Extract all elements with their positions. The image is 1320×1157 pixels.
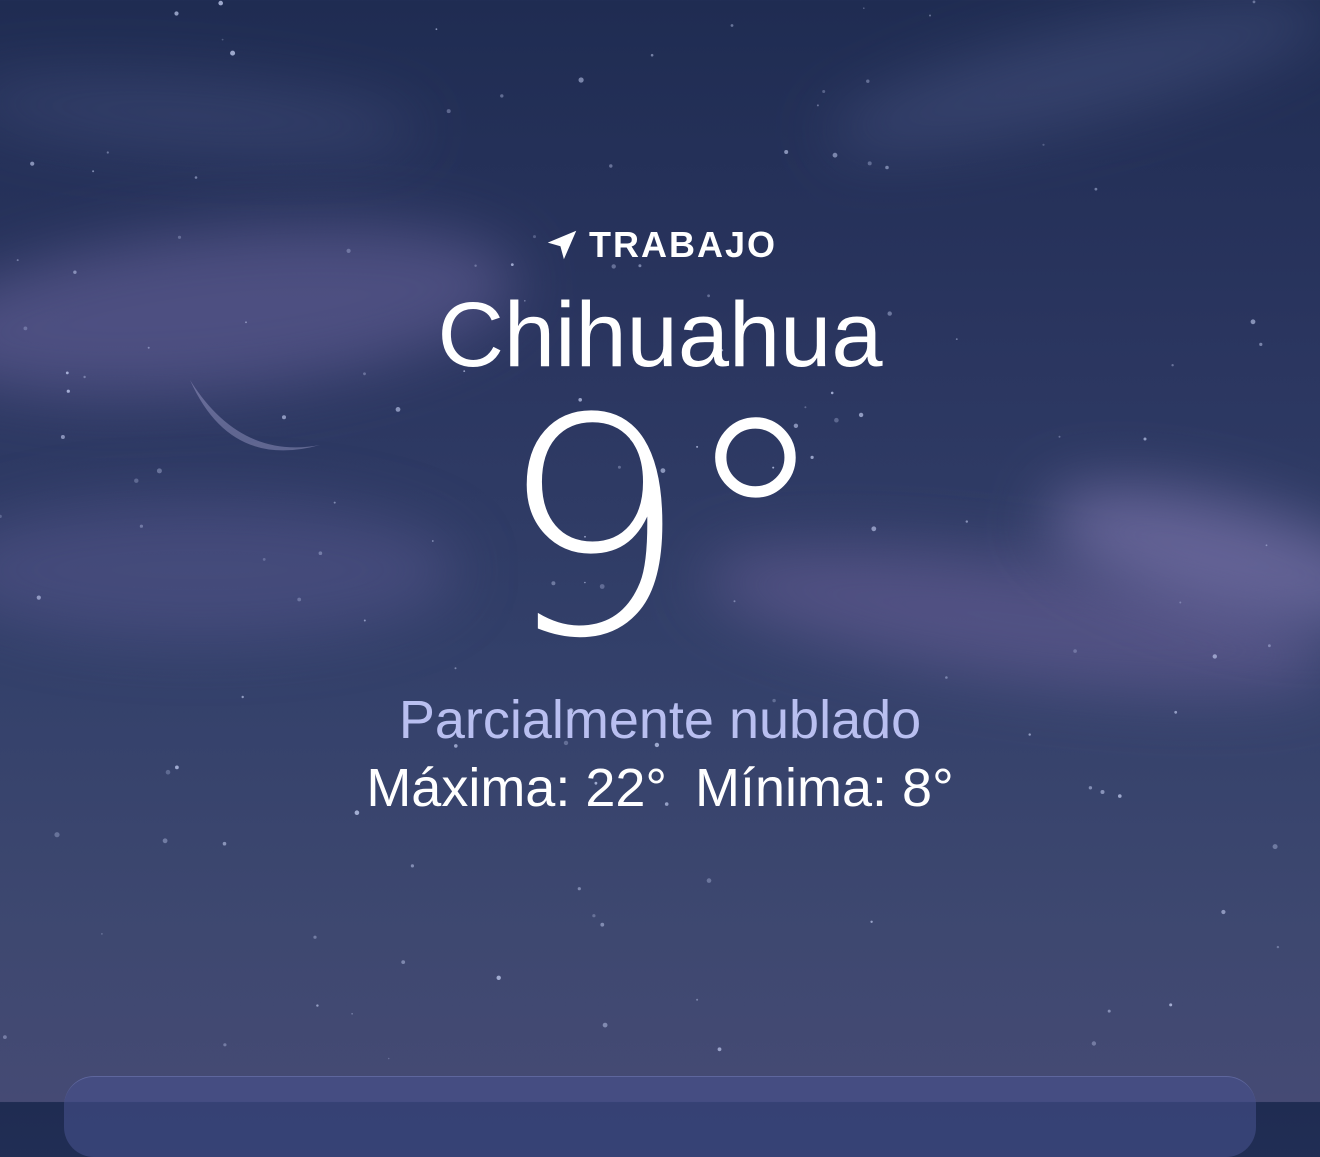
star [866, 79, 870, 83]
star [706, 878, 712, 883]
star [730, 24, 734, 27]
current-temperature: 9° [497, 355, 831, 704]
star [500, 94, 504, 98]
star [1272, 844, 1278, 850]
star [867, 161, 872, 166]
star [30, 161, 35, 166]
star [822, 90, 826, 93]
location-label: TRABAJO [588, 224, 777, 265]
star [863, 7, 865, 9]
star [73, 270, 77, 274]
star [696, 998, 699, 1001]
high-low-row: Máxima: 22° Mínima: 8° [0, 756, 1320, 820]
star [1091, 1041, 1097, 1046]
star [592, 914, 596, 918]
star [313, 935, 317, 939]
star [717, 1047, 722, 1052]
star [1094, 187, 1098, 191]
star [174, 11, 179, 16]
star [230, 50, 236, 56]
star [650, 53, 654, 57]
star [3, 1035, 7, 1039]
star [816, 104, 819, 107]
star [194, 176, 198, 179]
forecast-card[interactable] [64, 1076, 1256, 1157]
star [410, 864, 414, 868]
star [496, 975, 501, 980]
star [832, 152, 838, 158]
location-row[interactable]: TRABAJO [0, 225, 1320, 265]
high-temperature: Máxima: 22° [366, 758, 668, 818]
star [945, 676, 948, 679]
low-temperature: Mínima: 8° [695, 758, 954, 818]
star [929, 14, 931, 17]
star [609, 164, 613, 168]
star [578, 77, 584, 83]
star [218, 0, 223, 6]
star [600, 922, 605, 927]
star [401, 960, 406, 964]
star [435, 28, 438, 31]
star [885, 165, 889, 170]
star [1252, 0, 1256, 4]
star [222, 841, 227, 846]
star [1042, 143, 1045, 146]
star [784, 150, 789, 154]
star [1169, 1003, 1173, 1007]
star [223, 1043, 227, 1047]
star [577, 887, 581, 891]
star [870, 920, 873, 923]
star [316, 1004, 319, 1007]
star [1221, 909, 1226, 915]
star [92, 170, 95, 173]
star [446, 109, 451, 114]
weather-condition: Parcialmente nublado [398, 690, 922, 750]
star [387, 1057, 390, 1060]
star [54, 832, 60, 838]
star [221, 38, 224, 41]
star [162, 838, 168, 844]
star [106, 151, 109, 154]
star [101, 933, 103, 935]
location-arrow-icon [543, 226, 581, 264]
star [1107, 1009, 1111, 1013]
star [351, 1013, 353, 1015]
star [1276, 945, 1280, 949]
star [602, 1022, 608, 1028]
